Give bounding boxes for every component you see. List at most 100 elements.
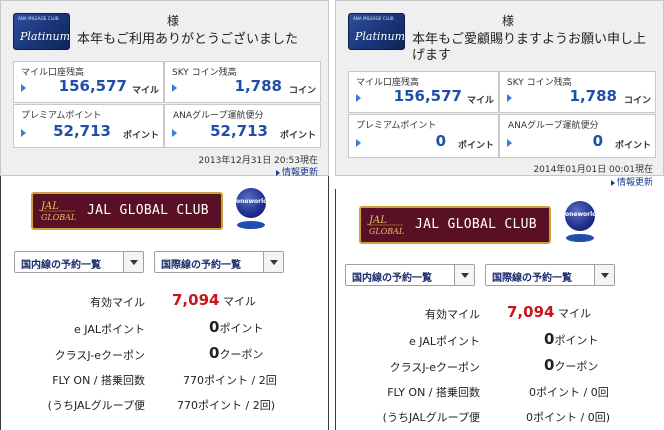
sky-coin-unit: コイン (288, 86, 316, 96)
coupon-number: 0 (209, 344, 220, 362)
premium-points-box[interactable]: プレミアムポイント 0 ポイント (348, 114, 499, 158)
oneworld-logo: oneworld (565, 201, 597, 231)
miles-number: 7,094 (507, 303, 555, 321)
sky-coin-value: 1,788 (234, 77, 282, 95)
oneworld-shadow (566, 234, 594, 242)
oneworld-shadow (237, 221, 265, 229)
group-label: ANAグループ運航便分 (508, 121, 599, 131)
miles-number: 7,094 (172, 291, 220, 309)
jal-global-club-logo: JAL GLOBAL JAL GLOBAL CLUB (359, 206, 551, 244)
timestamp: 2014年01月01日 00:01現在 (533, 165, 653, 175)
sky-coin-unit: コイン (623, 96, 651, 106)
flyon-value: 0ポイント / 0回 (529, 386, 609, 399)
sky-coin-box[interactable]: SKY コイン残高 1,788 コイン (164, 61, 321, 103)
svg-text:GLOBAL: GLOBAL (369, 227, 404, 236)
group-value: 52,713 (210, 122, 268, 140)
arrow-right-icon (172, 84, 177, 92)
card-small-text: ANA MILEAGE CLUB (18, 16, 59, 21)
ejal-number: 0 (544, 330, 555, 348)
domestic-label: 国内線の予約一覧 (21, 260, 101, 271)
row-label: e JALポイント (74, 323, 145, 336)
chevron-down-icon[interactable] (263, 252, 283, 272)
ana-group-points-box[interactable]: ANAグループ運航便分 52,713 ポイント (164, 104, 321, 148)
premium-label: プレミアムポイント (356, 121, 437, 131)
premium-value: 0 (435, 132, 446, 150)
jal-row-miles: 有効マイル 7,094 マイル (0, 291, 329, 311)
oneworld-label: oneworld (565, 211, 597, 218)
premium-unit: ポイント (122, 131, 159, 141)
card-name: Platinum (20, 30, 70, 43)
premium-points-box[interactable]: プレミアムポイント 52,713 ポイント (13, 104, 164, 148)
international-reservations-dropdown[interactable]: 国際線の予約一覧 (485, 264, 615, 286)
international-label: 国際線の予約一覧 (161, 260, 241, 271)
svg-text:JAL: JAL (367, 215, 387, 226)
greeting-text: 本年もご利用ありがとうございました (77, 32, 299, 47)
ana-summary-panel: ANA MILEAGE CLUB Platinum 様 本年もご愛顧賜りますよう… (335, 0, 664, 188)
jgc-emblem-icon: JAL GLOBAL (39, 201, 76, 222)
jal-row-coupon: クラスJ-eクーポン 0クーポン (0, 344, 329, 364)
premium-label: プレミアムポイント (21, 111, 102, 121)
miles-balance-box[interactable]: マイル口座残高 156,577 マイル (348, 71, 499, 113)
platinum-card-icon: ANA MILEAGE CLUB Platinum (13, 13, 70, 50)
sky-coin-box[interactable]: SKY コイン残高 1,788 コイン (499, 71, 656, 113)
jal-group-value: 770ポイント / 2回) (177, 399, 275, 412)
jgc-emblem-icon: JAL GLOBAL (367, 215, 404, 236)
chevron-down-icon[interactable] (454, 265, 474, 285)
jal-row-jal-group: (うちJALグループ便 770ポイント / 2回) (0, 397, 329, 417)
greeting-text: 本年もご愛顧賜りますようお願い申し上げます (412, 32, 647, 63)
jal-row-flyon: FLY ON / 搭乗回数 0ポイント / 0回 (335, 384, 664, 404)
svg-text:JAL: JAL (39, 201, 59, 212)
chevron-down-icon[interactable] (594, 265, 614, 285)
miles-unit: マイル (131, 86, 159, 96)
jal-group-value: 0ポイント / 0回) (526, 411, 610, 424)
arrow-right-icon (507, 94, 512, 102)
row-label: e JALポイント (409, 335, 480, 348)
domestic-reservations-dropdown[interactable]: 国内線の予約一覧 (345, 264, 475, 286)
arrow-right-icon (21, 84, 26, 92)
domestic-label: 国内線の予約一覧 (352, 273, 432, 284)
jal-row-ejal: e JALポイント 0ポイント (0, 318, 329, 338)
ejal-number: 0 (209, 318, 220, 336)
ana-group-points-box[interactable]: ANAグループ運航便分 0 ポイント (499, 114, 656, 158)
row-unit: マイル (222, 295, 256, 308)
row-unit: マイル (557, 307, 591, 320)
arrow-right-icon (507, 139, 512, 147)
row-label: (うちJALグループ便 (382, 411, 480, 424)
group-unit: ポイント (279, 131, 316, 141)
premium-unit: ポイント (457, 141, 494, 151)
card-small-text: ANA MILEAGE CLUB (353, 16, 394, 21)
jal-row-coupon: クラスJ-eクーポン 0クーポン (335, 356, 664, 376)
refresh-link[interactable]: 情報更新 (610, 175, 653, 188)
sky-coin-label: SKY コイン残高 (172, 68, 237, 78)
jal-row-ejal: e JALポイント 0ポイント (335, 330, 664, 350)
row-label: 有効マイル (425, 308, 480, 321)
row-unit: クーポン (554, 360, 599, 373)
international-reservations-dropdown[interactable]: 国際線の予約一覧 (154, 251, 284, 273)
row-unit: クーポン (219, 348, 264, 361)
jal-panel: JAL GLOBAL JAL GLOBAL CLUB oneworld 国内線の… (335, 189, 664, 430)
row-label: (うちJALグループ便 (47, 399, 145, 412)
miles-balance-box[interactable]: マイル口座残高 156,577 マイル (13, 61, 164, 103)
group-label: ANAグループ運航便分 (173, 111, 264, 121)
honorific: 様 (502, 14, 515, 28)
oneworld-label: oneworld (236, 198, 268, 205)
group-unit: ポイント (614, 141, 651, 151)
oneworld-logo: oneworld (236, 188, 268, 218)
domestic-reservations-dropdown[interactable]: 国内線の予約一覧 (14, 251, 144, 273)
arrow-right-icon (610, 179, 615, 186)
ana-summary-panel: ANA MILEAGE CLUB Platinum 様 本年もご利用ありがとうご… (0, 0, 329, 178)
arrow-right-icon (172, 129, 177, 137)
chevron-down-icon[interactable] (123, 252, 143, 272)
arrow-right-icon (21, 129, 26, 137)
row-unit: ポイント (554, 334, 599, 347)
row-label: FLY ON / 搭乗回数 (52, 374, 145, 387)
miles-unit: マイル (466, 96, 494, 106)
jgc-title: JAL GLOBAL CLUB (87, 203, 209, 218)
row-label: FLY ON / 搭乗回数 (387, 386, 480, 399)
jal-row-miles: 有効マイル 7,094 マイル (335, 303, 664, 323)
premium-value: 52,713 (53, 122, 111, 140)
arrow-right-icon (356, 94, 361, 102)
honorific: 様 (167, 14, 180, 28)
jal-panel: JAL GLOBAL JAL GLOBAL CLUB oneworld 国内線の… (0, 176, 329, 430)
arrow-right-icon (356, 139, 361, 147)
